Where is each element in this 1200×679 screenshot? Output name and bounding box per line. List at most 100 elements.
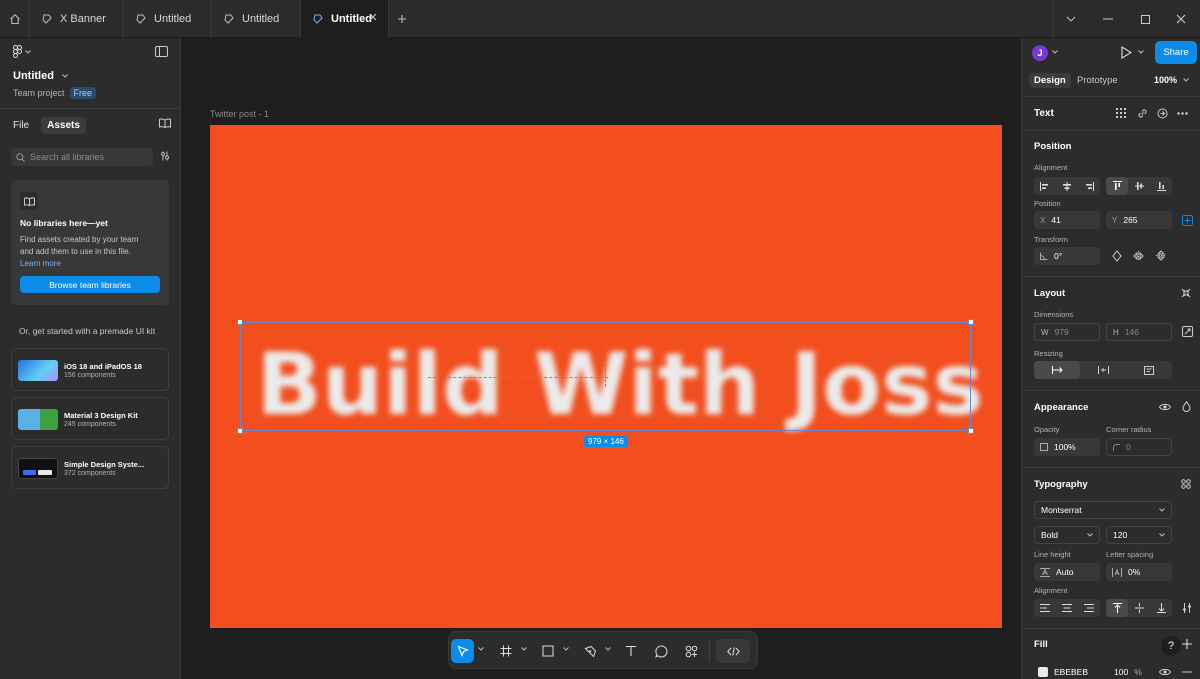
minimize-button[interactable] (1089, 0, 1127, 38)
frame-label[interactable]: Twitter post - 1 (210, 109, 269, 119)
close-window-button[interactable] (1162, 0, 1200, 38)
auto-width-button[interactable] (1034, 361, 1080, 379)
project-name[interactable]: Team project (13, 88, 65, 98)
tab-x-banner[interactable]: X Banner (30, 0, 124, 38)
pen-tool[interactable] (579, 639, 601, 663)
fill-swatch[interactable] (1038, 667, 1048, 677)
align-top-button[interactable] (1106, 177, 1128, 195)
font-weight-dropdown[interactable]: Bold (1034, 526, 1100, 544)
chevron-down-icon[interactable] (563, 647, 569, 651)
auto-height-button[interactable] (1080, 361, 1126, 379)
constraints-icon[interactable] (1182, 215, 1193, 226)
text-align-top-button[interactable] (1106, 599, 1128, 617)
align-bottom-button[interactable] (1150, 177, 1172, 195)
collapse-icon[interactable] (1181, 288, 1191, 298)
corner-radius-input[interactable]: 0 (1106, 438, 1172, 456)
add-fill-icon[interactable] (1182, 639, 1192, 649)
ui-kit-ios[interactable]: iOS 18 and iPadOS 18 156 components (11, 348, 169, 391)
type-settings-icon[interactable] (1182, 603, 1192, 613)
letter-spacing-input[interactable]: 0% (1106, 563, 1172, 581)
align-middle-button[interactable] (1128, 177, 1150, 195)
rotate-90-icon[interactable] (1112, 250, 1122, 262)
library-search-input[interactable]: Search all libraries (11, 148, 153, 166)
chevron-down-icon[interactable] (605, 647, 611, 651)
help-button[interactable]: ? (1161, 636, 1181, 656)
home-button[interactable] (0, 0, 30, 38)
rotation-input[interactable]: 0° (1034, 247, 1100, 265)
actions-tool[interactable] (680, 639, 702, 663)
opacity-input[interactable]: 100% (1034, 438, 1100, 456)
tabs-dropdown-button[interactable] (1052, 0, 1090, 38)
align-right-button[interactable] (1078, 177, 1100, 195)
tab-file[interactable]: File (7, 117, 35, 134)
fill-hex[interactable]: EBEBEB (1054, 667, 1088, 677)
drop-icon[interactable] (1182, 401, 1191, 412)
eye-icon[interactable] (1159, 403, 1171, 411)
tab-untitled-2[interactable]: Untitled (212, 0, 301, 38)
avatar[interactable]: J (1032, 45, 1048, 61)
width-input[interactable]: W 979 (1034, 323, 1100, 341)
text-align-bottom-button[interactable] (1150, 599, 1172, 617)
fill-opacity[interactable]: 100 (1114, 667, 1128, 677)
ui-kit-simple[interactable]: Simple Design Syste... 372 components (11, 446, 169, 489)
align-center-h-button[interactable] (1056, 177, 1078, 195)
tab-assets[interactable]: Assets (41, 117, 86, 134)
canvas[interactable]: Twitter post - 1 Build With Joss 979 × 1… (181, 38, 1021, 679)
text-tool[interactable] (620, 639, 642, 663)
text-align-right-button[interactable] (1078, 599, 1100, 617)
add-tab-button[interactable] (394, 11, 410, 27)
flip-horizontal-icon[interactable] (1133, 251, 1144, 261)
toggle-sidebar-button[interactable] (155, 46, 168, 57)
remove-fill-icon[interactable] (1182, 671, 1192, 673)
y-position-input[interactable]: Y 265 (1106, 211, 1172, 229)
flip-vertical-icon[interactable] (1156, 250, 1166, 261)
resize-handle-tr[interactable] (968, 319, 974, 325)
present-button[interactable] (1121, 46, 1132, 59)
fill-row[interactable]: EBEBEB 100 % (1034, 663, 1154, 679)
ui-kit-material[interactable]: Material 3 Design Kit 245 components (11, 397, 169, 440)
more-options-icon[interactable] (1177, 112, 1188, 115)
tab-untitled-active[interactable]: Untitled (301, 0, 389, 38)
grid-icon[interactable] (1116, 108, 1126, 118)
main-menu-button[interactable] (13, 45, 31, 58)
rectangle-tool[interactable] (537, 639, 559, 663)
x-position-input[interactable]: X 41 (1034, 211, 1100, 229)
file-name-button[interactable]: Untitled (13, 70, 68, 82)
resize-handle-tl[interactable] (237, 319, 243, 325)
chevron-down-icon[interactable] (521, 647, 527, 651)
chevron-down-icon[interactable] (1052, 50, 1058, 54)
line-height-input[interactable]: Auto (1034, 563, 1100, 581)
zoom-dropdown[interactable]: 100% (1154, 75, 1189, 85)
font-size-dropdown[interactable]: 120 (1106, 526, 1172, 544)
tab-design[interactable]: Design (1029, 73, 1071, 88)
tab-prototype[interactable]: Prototype (1072, 73, 1123, 88)
font-family-dropdown[interactable]: Montserrat (1034, 501, 1172, 519)
align-left-button[interactable] (1034, 177, 1056, 195)
library-button[interactable] (159, 118, 171, 128)
dev-mode-toggle[interactable] (716, 639, 750, 663)
learn-more-link[interactable]: Learn more (20, 259, 61, 268)
move-tool[interactable] (451, 639, 474, 663)
fixed-size-button[interactable] (1126, 361, 1172, 379)
text-styles-icon[interactable] (1181, 479, 1191, 489)
chevron-down-icon[interactable] (1138, 50, 1144, 54)
height-input[interactable]: H 146 (1106, 323, 1172, 341)
link-icon[interactable] (1137, 108, 1148, 119)
filter-button[interactable] (160, 151, 170, 161)
browse-team-libraries-button[interactable]: Browse team libraries (20, 276, 160, 293)
chevron-down-icon[interactable] (478, 647, 484, 651)
resize-handle-br[interactable] (968, 428, 974, 434)
twitter-post-frame[interactable]: Build With Joss 979 × 146 (210, 125, 1002, 628)
text-align-center-button[interactable] (1056, 599, 1078, 617)
close-tab-icon[interactable] (368, 12, 378, 22)
maximize-button[interactable] (1126, 0, 1164, 38)
share-button[interactable]: Share (1155, 41, 1197, 64)
comment-tool[interactable] (650, 639, 672, 663)
aspect-ratio-icon[interactable] (1182, 326, 1193, 337)
resize-handle-bl[interactable] (237, 428, 243, 434)
eye-icon[interactable] (1159, 668, 1171, 676)
component-icon[interactable] (1157, 108, 1168, 119)
frame-tool[interactable] (495, 639, 517, 663)
tab-untitled-1[interactable]: Untitled (124, 0, 212, 38)
text-align-middle-button[interactable] (1128, 599, 1150, 617)
